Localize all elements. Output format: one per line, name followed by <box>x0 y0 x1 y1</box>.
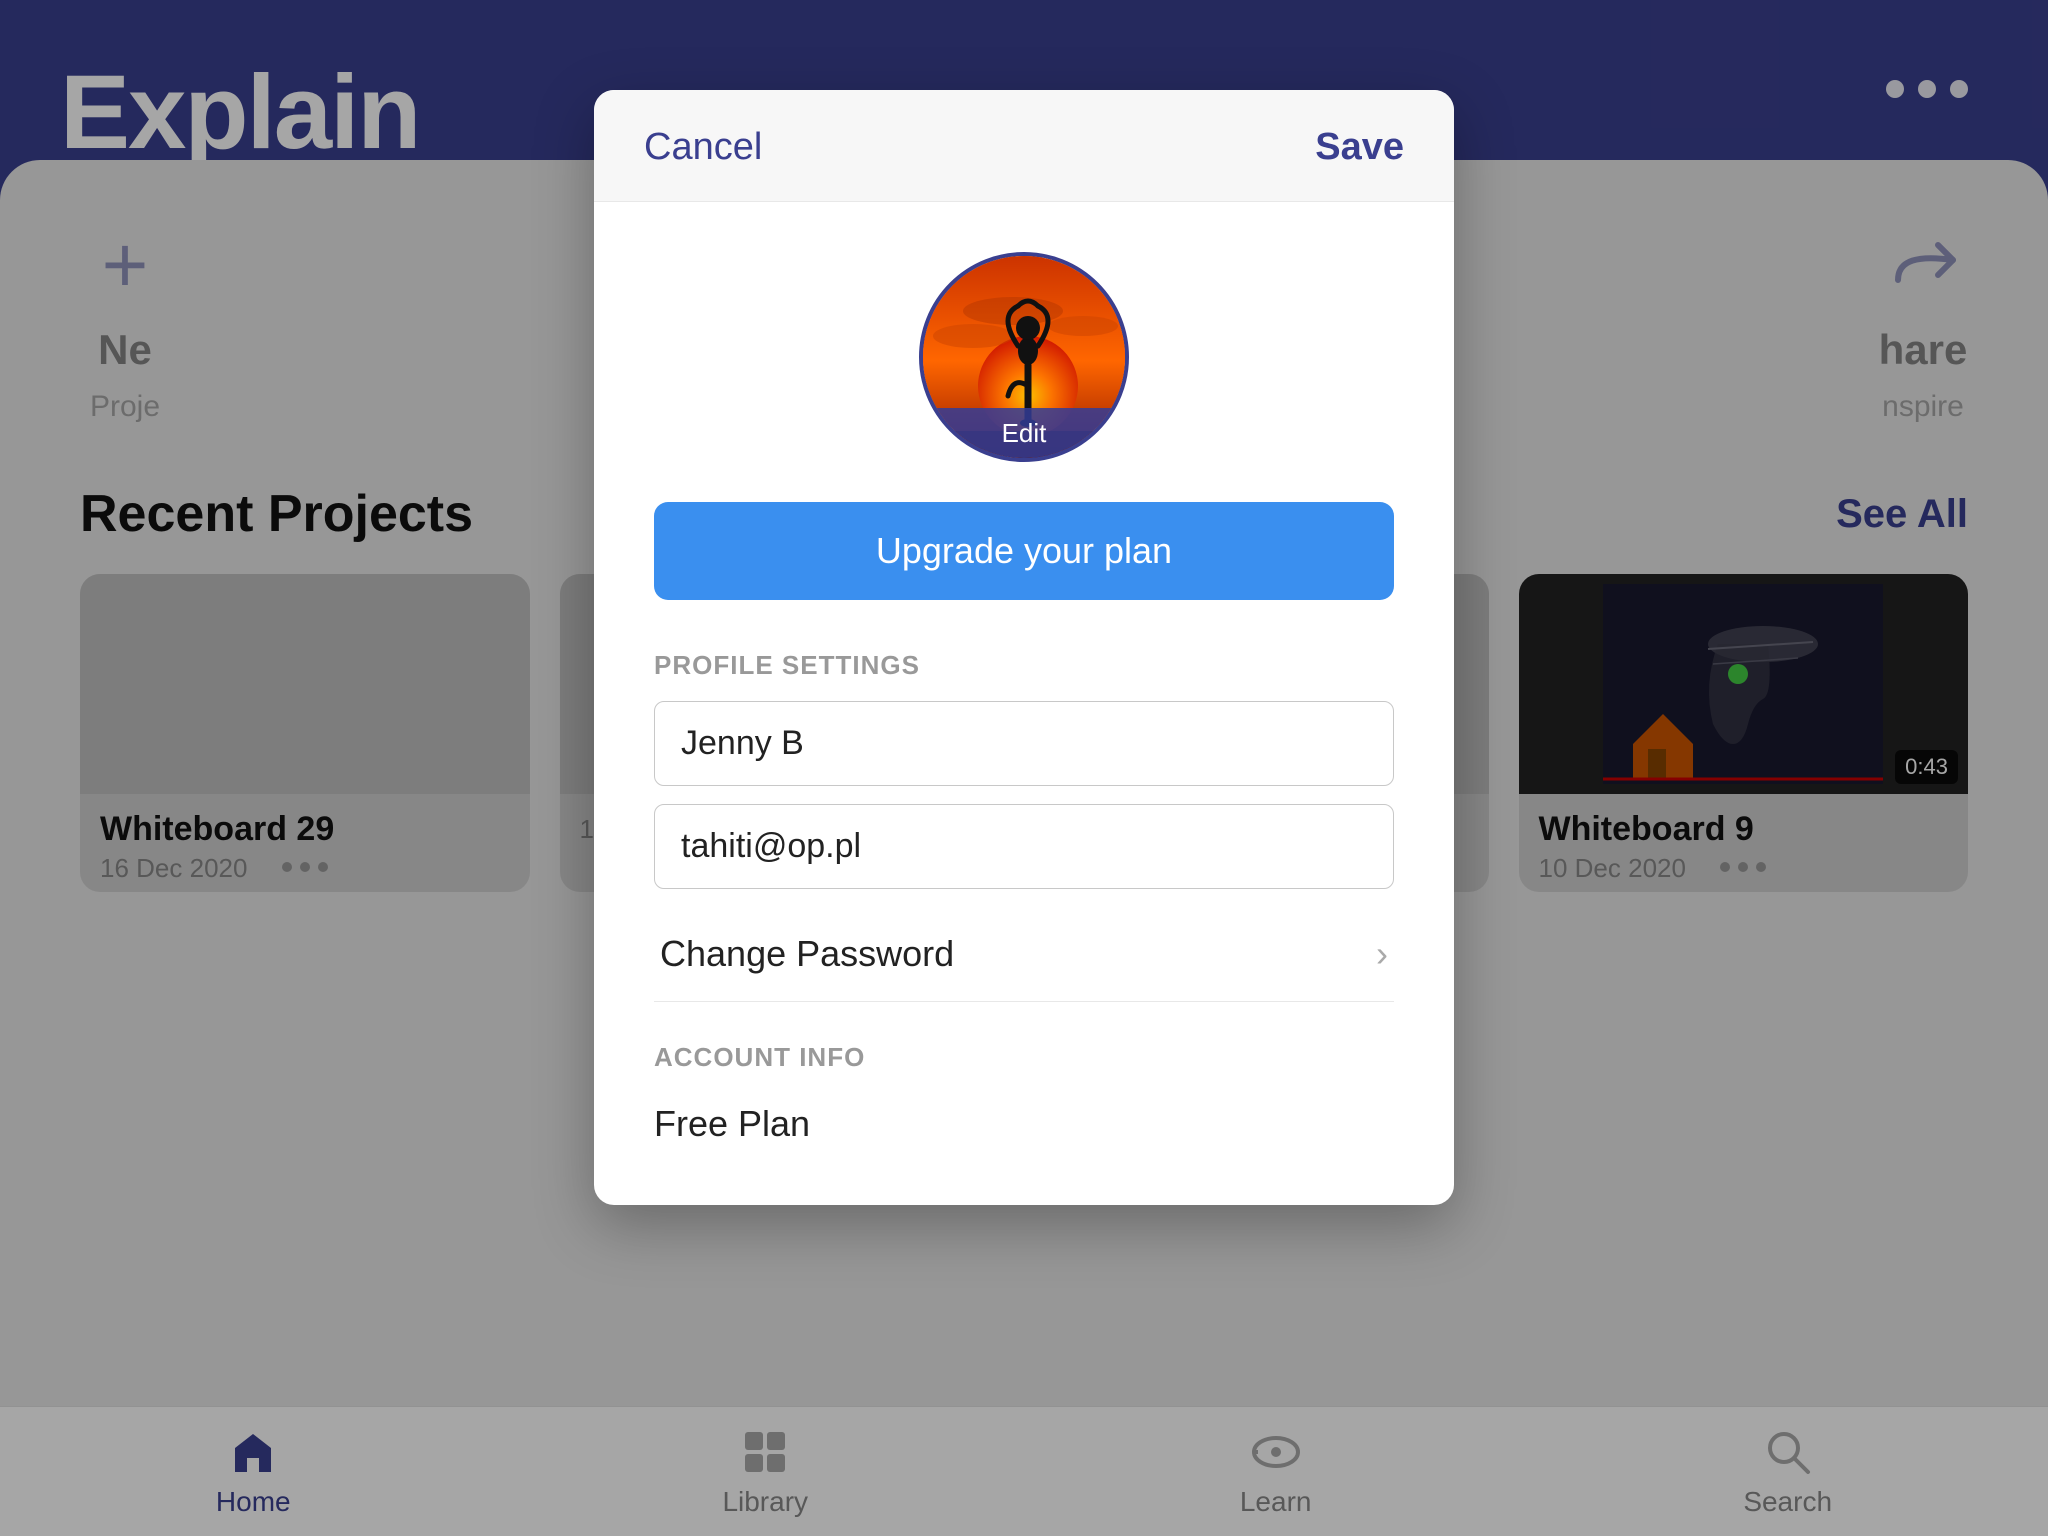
change-password-label: Change Password <box>660 933 954 975</box>
profile-settings-label: PROFILE SETTINGS <box>654 650 1394 681</box>
avatar-edit-label[interactable]: Edit <box>923 408 1125 458</box>
free-plan-label: Free Plan <box>654 1093 1394 1145</box>
avatar-circle: Edit <box>919 252 1129 462</box>
account-info-label: ACCOUNT INFO <box>654 1042 1394 1073</box>
email-input[interactable] <box>654 804 1394 889</box>
chevron-right-icon: › <box>1376 933 1388 975</box>
upgrade-button[interactable]: Upgrade your plan <box>654 502 1394 600</box>
avatar-section: Edit <box>654 252 1394 462</box>
change-password-row[interactable]: Change Password › <box>654 907 1394 1002</box>
modal-header: Cancel Save <box>594 90 1454 202</box>
cancel-button[interactable]: Cancel <box>644 126 762 169</box>
modal-body: Edit Upgrade your plan PROFILE SETTINGS … <box>594 202 1454 1205</box>
username-input[interactable] <box>654 701 1394 786</box>
avatar-container[interactable]: Edit <box>919 252 1129 462</box>
profile-modal: Cancel Save <box>594 90 1454 1205</box>
save-button[interactable]: Save <box>1315 126 1404 169</box>
